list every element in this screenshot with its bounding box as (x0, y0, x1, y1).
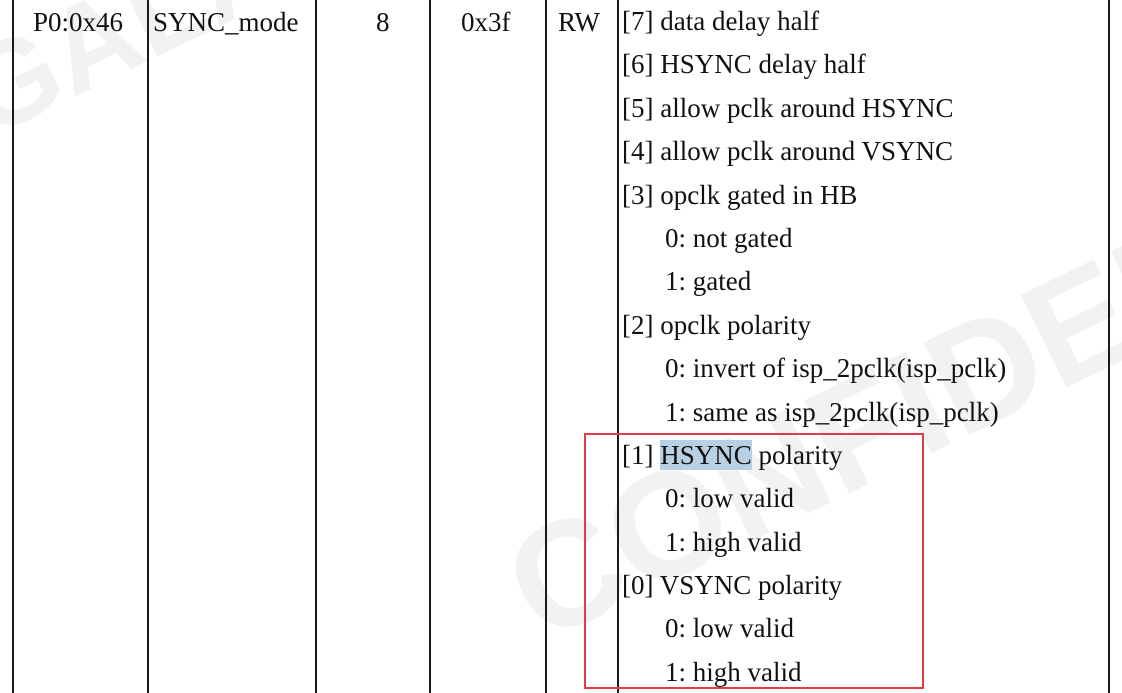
description-value-line: 0: invert of isp_2pclk(isp_pclk) (665, 353, 1007, 384)
description-value-line: 1: same as isp_2pclk(isp_pclk) (665, 396, 999, 427)
description-bit-line: [5] allow pclk around HSYNC (622, 92, 954, 123)
table-border-right (1108, 0, 1110, 693)
description-bit-line: [6] HSYNC delay half (622, 49, 866, 80)
table-border-col4 (545, 0, 547, 693)
table-border-col3 (429, 0, 431, 693)
description-bit-line: [7] data delay half (622, 6, 820, 36)
description-value-line: 0: not gated (665, 222, 793, 253)
description-bit-line: [4] allow pclk around VSYNC (622, 136, 953, 167)
table-border-col2 (315, 0, 317, 693)
annotation-box (584, 433, 924, 689)
register-access: RW (558, 7, 601, 37)
register-table-page: GALAXYCORE CONFIDENTIAL P0:0x46 SYNC_mod… (0, 0, 1122, 693)
description-value-line: 1: gated (665, 266, 752, 297)
register-address: P0:0x46 (33, 7, 124, 37)
table-border-col1 (147, 0, 149, 693)
description-bit-line: [2] opclk polarity (622, 309, 811, 340)
register-name: SYNC_mode (153, 7, 299, 37)
register-default: 0x3f (461, 7, 511, 37)
register-width: 8 (376, 7, 390, 37)
table-border-left (12, 0, 14, 693)
description-bit-line: [3] opclk gated in HB (622, 179, 858, 210)
